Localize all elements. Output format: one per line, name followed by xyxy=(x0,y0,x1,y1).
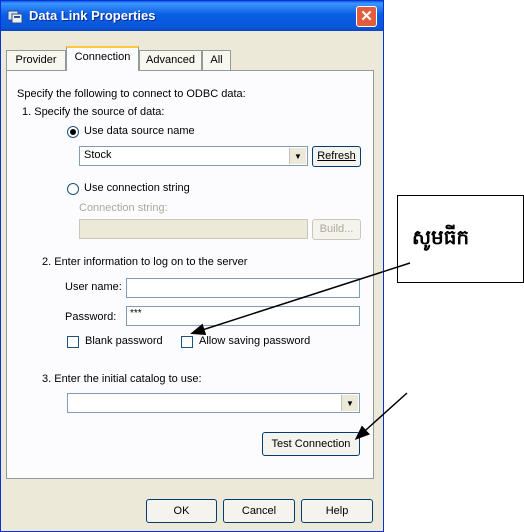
tab-connection[interactable]: Connection xyxy=(66,46,139,71)
arrow-to-allow-saving xyxy=(190,262,411,336)
tab-connection-label: Connection xyxy=(74,51,131,63)
annotation-arrows xyxy=(190,262,411,441)
arrow-to-test-connection xyxy=(354,392,408,441)
